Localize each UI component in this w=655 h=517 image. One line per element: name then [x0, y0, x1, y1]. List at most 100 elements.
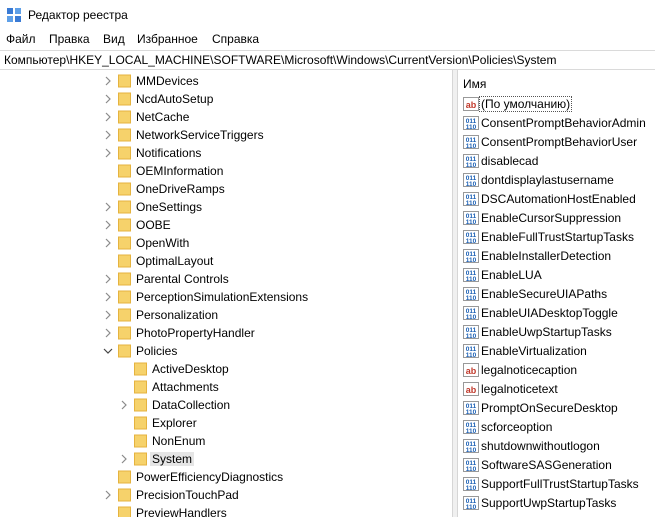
value-name: SoftwareSASGeneration [481, 458, 612, 472]
chevron-right-icon[interactable] [103, 216, 113, 234]
value-row[interactable]: 011 110 EnableVirtualization [458, 342, 655, 361]
menu-view[interactable]: Вид [103, 32, 125, 46]
column-header-name[interactable]: Имя [458, 70, 655, 94]
tree-item[interactable]: PerceptionSimulationExtensions [0, 288, 452, 306]
tree-item-label: NcdAutoSetup [136, 92, 214, 106]
reg-dword-icon: 011110 [463, 192, 479, 207]
chevron-right-icon[interactable] [103, 90, 113, 108]
value-row[interactable]: ab legalnoticetext [458, 380, 655, 399]
folder-icon [118, 290, 131, 304]
tree-item[interactable]: NonEnum [0, 432, 452, 450]
value-row[interactable]: 011 110 EnableUwpStartupTasks [458, 323, 655, 342]
value-name: legalnoticecaption [481, 363, 578, 377]
chevron-down-icon[interactable] [103, 342, 113, 360]
tree-item-label: System [150, 452, 195, 466]
tree-item-label: Explorer [152, 416, 197, 430]
reg-dword-icon: 011110 [463, 401, 479, 416]
chevron-right-icon[interactable] [103, 198, 113, 216]
value-row[interactable]: 011 110 dontdisplaylastusername [458, 171, 655, 190]
registry-tree[interactable]: MMDevices NcdAutoSetup NetCache NetworkServ… [0, 70, 452, 517]
tree-item[interactable]: NetCache [0, 108, 452, 126]
tree-item[interactable]: System [0, 450, 452, 468]
value-row[interactable]: 011 110 DSCAutomationHostEnabled [458, 190, 655, 209]
reg-string-icon: ab [463, 382, 479, 396]
reg-dword-icon: 011110 [463, 458, 479, 473]
folder-icon [118, 506, 131, 517]
value-row[interactable]: 011 110 SoftwareSASGeneration [458, 456, 655, 475]
tree-item[interactable]: PhotoPropertyHandler [0, 324, 452, 342]
tree-item-label: OptimalLayout [136, 254, 214, 268]
value-row[interactable]: 011 110 EnableInstallerDetection [458, 247, 655, 266]
value-row[interactable]: 011 110 SupportFullTrustStartupTasks [458, 475, 655, 494]
chevron-right-icon[interactable] [103, 270, 113, 288]
menu-help[interactable]: Справка [212, 32, 259, 46]
tree-item[interactable]: Parental Controls [0, 270, 452, 288]
value-row[interactable]: 011 110 scforceoption [458, 418, 655, 437]
value-name: dontdisplaylastusername [481, 173, 614, 187]
tree-item-label: OpenWith [136, 236, 190, 250]
chevron-right-icon[interactable] [103, 108, 113, 126]
tree-item[interactable]: OneSettings [0, 198, 452, 216]
folder-icon [134, 452, 147, 466]
tree-item[interactable]: OptimalLayout [0, 252, 452, 270]
value-row[interactable]: 011 110 SupportUwpStartupTasks [458, 494, 655, 513]
reg-dword-icon: 011110 [463, 287, 479, 302]
tree-item[interactable]: PrecisionTouchPad [0, 486, 452, 504]
chevron-right-icon[interactable] [103, 306, 113, 324]
tree-item[interactable]: Attachments [0, 378, 452, 396]
value-row[interactable]: 011 110 EnableCursorSuppression [458, 209, 655, 228]
tree-item[interactable]: NcdAutoSetup [0, 90, 452, 108]
tree-item[interactable]: Policies [0, 342, 452, 360]
value-row[interactable]: 011 110 EnableUIADesktopToggle [458, 304, 655, 323]
values-list[interactable]: Имя ab (По умолчанию) 011 110 ConsentPromptB… [458, 70, 655, 517]
chevron-right-icon[interactable] [103, 324, 113, 342]
chevron-right-icon[interactable] [103, 72, 113, 90]
tree-item[interactable]: Personalization [0, 306, 452, 324]
menu-edit[interactable]: Правка [49, 32, 90, 46]
value-row[interactable]: 011 110 disablecad [458, 152, 655, 171]
tree-item[interactable]: Notifications [0, 144, 452, 162]
value-row[interactable]: 011 110 shutdownwithoutlogon [458, 437, 655, 456]
tree-item[interactable]: NetworkServiceTriggers [0, 126, 452, 144]
menu-favorites[interactable]: Избранное [137, 32, 198, 46]
chevron-right-icon[interactable] [103, 288, 113, 306]
chevron-right-icon[interactable] [119, 396, 129, 414]
svg-text:110: 110 [466, 181, 477, 188]
folder-icon [118, 92, 131, 106]
folder-icon [134, 416, 147, 430]
chevron-right-icon[interactable] [119, 450, 129, 468]
tree-item-label: MMDevices [136, 74, 199, 88]
value-row[interactable]: 011 110 EnableLUA [458, 266, 655, 285]
value-row[interactable]: 011 110 PromptOnSecureDesktop [458, 399, 655, 418]
tree-item[interactable]: DataCollection [0, 396, 452, 414]
value-row[interactable]: 011 110 EnableSecureUIAPaths [458, 285, 655, 304]
chevron-right-icon[interactable] [103, 126, 113, 144]
value-name: EnableFullTrustStartupTasks [481, 230, 634, 244]
value-row[interactable]: ab legalnoticecaption [458, 361, 655, 380]
registry-editor-icon [7, 8, 21, 22]
value-row[interactable]: 011 110 ConsentPromptBehaviorAdmin [458, 114, 655, 133]
svg-text:110: 110 [466, 352, 477, 359]
tree-item[interactable]: OOBE [0, 216, 452, 234]
tree-item[interactable]: ActiveDesktop [0, 360, 452, 378]
menu-file[interactable]: Файл [6, 32, 36, 46]
tree-item[interactable]: Explorer [0, 414, 452, 432]
value-row[interactable]: 011 110 ConsentPromptBehaviorUser [458, 133, 655, 152]
tree-item[interactable]: PowerEfficiencyDiagnostics [0, 468, 452, 486]
tree-item[interactable]: OneDriveRamps [0, 180, 452, 198]
value-row[interactable]: 011 110 EnableFullTrustStartupTasks [458, 228, 655, 247]
tree-item[interactable]: OEMInformation [0, 162, 452, 180]
folder-icon [118, 164, 131, 178]
tree-item[interactable]: OpenWith [0, 234, 452, 252]
address-bar[interactable]: Компьютер\HKEY_LOCAL_MACHINE\SOFTWARE\Mi… [0, 50, 655, 70]
tree-item[interactable]: PreviewHandlers [0, 504, 452, 517]
reg-dword-icon: 011110 [463, 268, 479, 283]
tree-item[interactable]: MMDevices [0, 72, 452, 90]
chevron-right-icon[interactable] [103, 234, 113, 252]
address-path[interactable]: Компьютер\HKEY_LOCAL_MACHINE\SOFTWARE\Mi… [4, 53, 556, 67]
tree-item-label: NetCache [136, 110, 190, 124]
chevron-right-icon[interactable] [103, 486, 113, 504]
value-row[interactable]: ab (По умолчанию) [458, 95, 655, 114]
reg-dword-icon: 011110 [463, 211, 479, 226]
chevron-right-icon[interactable] [103, 144, 113, 162]
